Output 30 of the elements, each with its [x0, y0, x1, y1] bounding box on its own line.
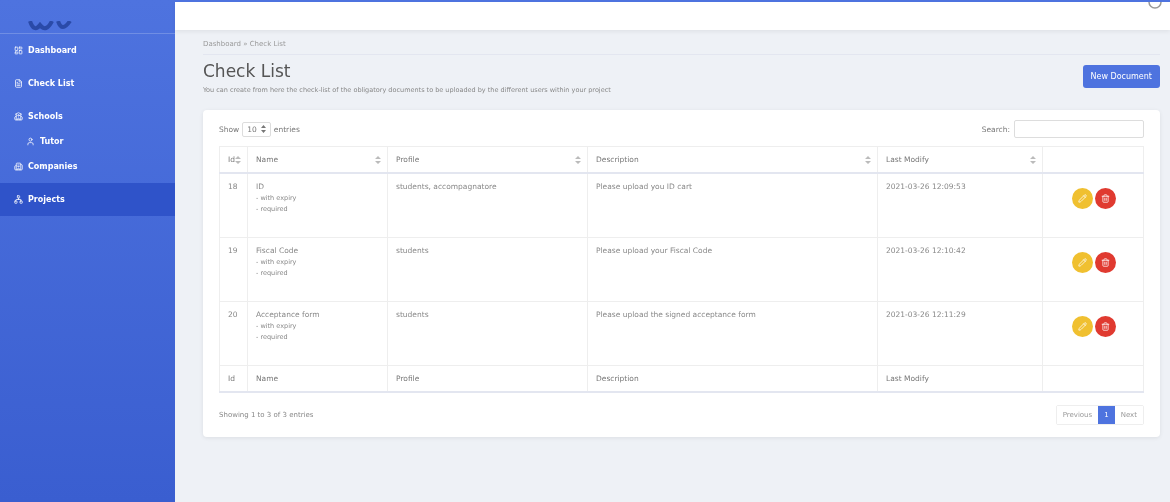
sidebar-item[interactable]: Schools — [0, 100, 175, 133]
sort-icon — [1030, 156, 1036, 164]
sidebar-item[interactable]: Tutor — [0, 133, 175, 150]
delete-button[interactable] — [1095, 251, 1116, 273]
delete-button[interactable] — [1095, 315, 1116, 337]
network-icon — [14, 195, 23, 204]
pencil-icon — [1078, 257, 1087, 267]
sort-icon — [375, 156, 381, 164]
page-title: Check List — [203, 61, 292, 81]
sort-icon — [235, 156, 241, 164]
delete-button[interactable] — [1095, 188, 1116, 209]
sort-icon — [575, 156, 581, 164]
pencil-icon — [1078, 321, 1087, 331]
caret-icon — [260, 124, 266, 133]
sidebar-item[interactable]: Companies — [0, 150, 175, 183]
search-field[interactable] — [1014, 120, 1144, 138]
trash-icon — [1101, 194, 1110, 203]
sidebar-item[interactable]: Check List — [0, 67, 175, 100]
trash-icon — [1101, 257, 1110, 267]
sidebar-item[interactable]: Projects — [0, 183, 175, 216]
sidebar-item[interactable]: Dashboard — [0, 34, 175, 67]
school-icon — [14, 112, 23, 121]
dashboard-icon — [14, 46, 23, 55]
building-icon — [14, 162, 23, 171]
pencil-icon — [1078, 194, 1087, 203]
new-document-button[interactable]: New Document — [1082, 65, 1160, 88]
trash-icon — [1101, 321, 1110, 331]
user-icon — [26, 137, 35, 146]
document-icon — [14, 79, 23, 88]
sort-icon — [865, 156, 871, 164]
